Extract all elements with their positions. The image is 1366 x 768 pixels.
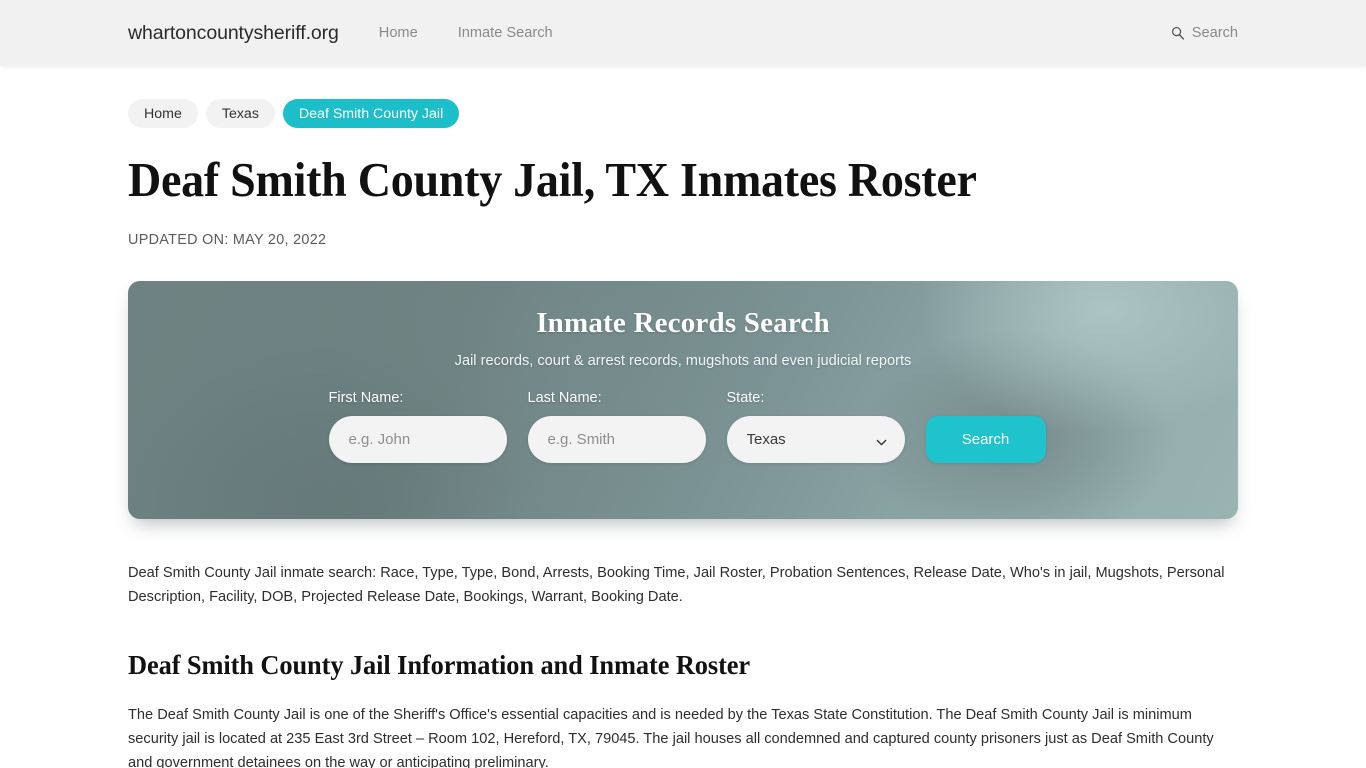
jail-information-paragraph: The Deaf Smith County Jail is one of the… <box>128 706 1214 768</box>
inmate-search-form: First Name: Last Name: State: Texas Sear… <box>128 390 1238 463</box>
section-heading-information: Deaf Smith County Jail Information and I… <box>128 648 751 680</box>
breadcrumb-item-texas[interactable]: Texas <box>205 99 275 128</box>
header-search-label: Search <box>1191 25 1238 41</box>
page-title: Deaf Smith County Jail, TX Inmates Roste… <box>128 152 977 207</box>
search-icon <box>1171 26 1185 40</box>
search-panel-title: Inmate Records Search <box>536 306 830 339</box>
header-inner: whartoncountysheriff.org Home Inmate Sea… <box>0 22 1366 45</box>
page-content: Home Texas Deaf Smith County Jail Deaf S… <box>0 99 1366 768</box>
first-name-label: First Name: <box>328 389 404 406</box>
panel-search-button[interactable]: Search <box>925 415 1046 463</box>
inmate-records-search-panel: Inmate Records Search Jail records, cour… <box>128 280 1238 519</box>
nav-item-home[interactable]: Home <box>379 25 418 41</box>
header-search-toggle[interactable]: Search <box>1171 25 1238 41</box>
breadcrumb-item-home[interactable]: Home <box>128 99 198 128</box>
search-panel-subtitle: Jail records, court & arrest records, mu… <box>454 352 912 369</box>
updated-on-date: UPDATED ON: MAY 20, 2022 <box>128 231 327 248</box>
state-select[interactable]: Texas <box>726 415 905 463</box>
state-field-group: State: Texas <box>726 389 905 463</box>
keywords-paragraph: Deaf Smith County Jail inmate search: Ra… <box>128 564 1225 605</box>
last-name-field-group: Last Name: <box>527 389 706 463</box>
site-header: whartoncountysheriff.org Home Inmate Sea… <box>0 0 1366 66</box>
state-label: State: <box>726 389 765 406</box>
last-name-input[interactable] <box>527 415 706 463</box>
nav-item-inmate-search[interactable]: Inmate Search <box>458 25 553 41</box>
first-name-input[interactable] <box>328 415 507 463</box>
last-name-label: Last Name: <box>527 389 602 406</box>
first-name-field-group: First Name: <box>328 389 507 463</box>
breadcrumb-item-current[interactable]: Deaf Smith County Jail <box>282 99 460 128</box>
site-brand-link[interactable]: whartoncountysheriff.org <box>128 22 339 45</box>
main-navigation: Home Inmate Search <box>379 25 553 41</box>
breadcrumb: Home Texas Deaf Smith County Jail <box>128 99 1238 128</box>
